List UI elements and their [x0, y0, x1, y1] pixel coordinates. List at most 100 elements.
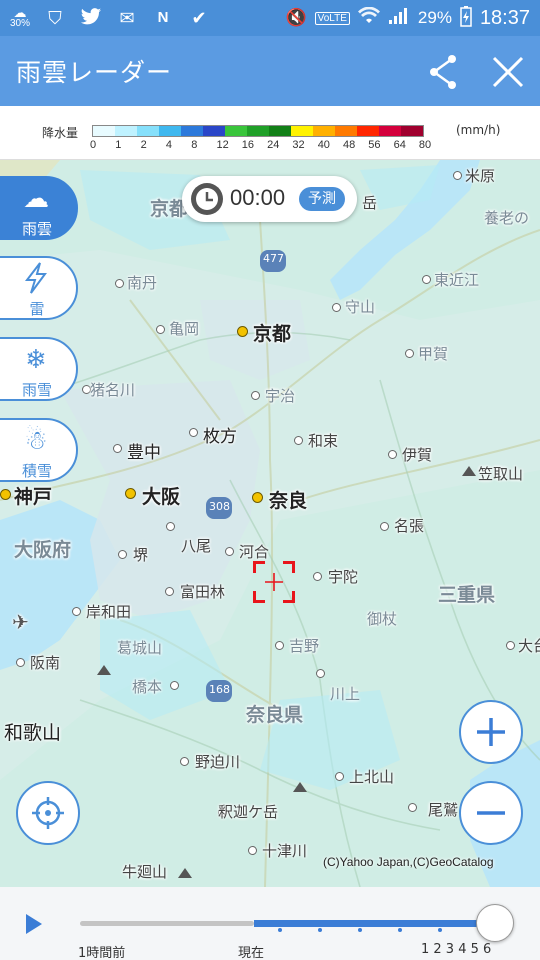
cloud-icon: ☁: [13, 5, 27, 20]
battery-percent: 29%: [417, 8, 452, 27]
zoom-out-button[interactable]: [459, 781, 523, 845]
label-kobe: 神戸: [14, 486, 53, 508]
play-button[interactable]: [24, 913, 44, 935]
timeline-dot: [398, 928, 402, 932]
uji-dot: [251, 391, 260, 400]
precipitation-legend: 降水量 (mm/h) 0 1 2 4 8 12 16 24 32 40 48 56 64 80: [0, 106, 540, 160]
legend-swatch: [269, 126, 291, 136]
higashiomi-dot: [422, 275, 431, 284]
close-icon: [492, 56, 524, 88]
volte-badge: VoLTE: [314, 11, 350, 25]
label-hashimoto: 橋本: [132, 678, 163, 696]
wazuka-dot: [294, 436, 303, 445]
label-uji: 宇治: [265, 387, 296, 405]
layer-thunder-button[interactable]: 雷: [0, 256, 78, 320]
layer-rain-snow-button[interactable]: ❄ 雨雪: [0, 337, 78, 401]
nara-dot: [252, 492, 263, 503]
legend-swatch: [203, 126, 225, 136]
yonehara-dot: [453, 171, 462, 180]
label-mitsue: 御杖: [367, 610, 398, 628]
timeline-dot: [318, 928, 322, 932]
radar-map[interactable]: 477 308 168 京都 岳 米原 養老の 南丹 東近江 亀岡 京都 守山 …: [0, 160, 540, 887]
legend-tick: 48: [343, 139, 356, 151]
legend-tick: 56: [368, 139, 381, 151]
zoom-in-button[interactable]: [459, 700, 523, 764]
label-shakagatake: 釈迦ケ岳: [218, 803, 279, 821]
legend-swatch: [335, 126, 357, 136]
timeline-forecast-track[interactable]: [254, 920, 494, 927]
label-kasatoriyama: 笠取山: [478, 465, 524, 483]
label-yonehara: 米原: [465, 167, 496, 185]
label-hirakata: 枚方: [203, 427, 237, 447]
route-168: 168: [209, 683, 230, 696]
timeline-hour-label: 3: [445, 942, 455, 957]
signal-icon: [388, 7, 410, 30]
current-location-button[interactable]: [16, 781, 80, 845]
label-yao: 八尾: [181, 537, 212, 555]
toyonaka-dot: [113, 444, 122, 453]
tondabayashi-dot: [165, 587, 174, 596]
lightning-icon: [16, 262, 56, 296]
layer-rain-button[interactable]: ☁ 雨雲: [0, 176, 78, 240]
label-ushiroyama: 牛廻山: [122, 863, 168, 881]
nantan-dot: [115, 279, 124, 288]
check-icon: ✔: [191, 8, 207, 28]
legend-swatch: [291, 126, 313, 136]
timeline-dot: [438, 928, 442, 932]
label-kamikitayama: 上北山: [349, 768, 395, 786]
battery-icon: [460, 5, 472, 32]
mute-icon: 🔇: [285, 8, 307, 27]
shield-search-icon: ⛉: [48, 8, 62, 28]
label-uda: 宇陀: [328, 568, 359, 586]
timeline-hour-label: 2: [433, 942, 442, 957]
map-copyright: (C)Yahoo Japan,(C)GeoCatalog: [323, 855, 494, 869]
label-yorono: 養老の: [484, 209, 530, 227]
legend-tick: 4: [165, 139, 173, 151]
page-title: 雨雲レーダー: [16, 58, 173, 87]
mail-icon: ✉: [119, 8, 135, 28]
forecast-time: 00:00: [230, 185, 286, 210]
rain-cloud-icon: ☁: [23, 184, 49, 214]
forecast-badge: 予測: [299, 187, 345, 211]
label-nara-pref: 奈良県: [246, 704, 304, 726]
timeline-slider-knob[interactable]: [476, 904, 514, 942]
label-hannan: 阪南: [30, 654, 61, 672]
label-kishiwada: 岸和田: [86, 603, 132, 621]
kawai-dot: [225, 547, 234, 556]
timeline-hour-label: 4: [458, 942, 467, 957]
legend-swatch: [225, 126, 247, 136]
legend-tick: 12: [216, 139, 229, 151]
legend-tick: 0: [90, 139, 97, 151]
layer-snow-cover-button[interactable]: ☃ 積雪: [0, 418, 78, 482]
label-nantan: 南丹: [127, 274, 158, 292]
plus-icon: [477, 718, 505, 746]
kishiwada-dot: [72, 607, 81, 616]
label-kameoka: 亀岡: [169, 320, 200, 338]
legend-swatch: [313, 126, 335, 136]
legend-swatch: [159, 126, 181, 136]
odai-dot: [506, 641, 515, 650]
owase-dot: [408, 803, 417, 812]
legend-swatch: [401, 126, 423, 136]
layer-thunder-label: 雷: [29, 300, 45, 318]
legend-title: 降水量: [42, 126, 79, 140]
legend-swatch: [357, 126, 379, 136]
close-button[interactable]: [488, 52, 528, 92]
wifi-icon: [357, 6, 380, 30]
legend-swatch: [379, 126, 401, 136]
snowman-icon: ☃: [24, 426, 48, 456]
n-icon: N: [157, 9, 169, 26]
share-icon: [430, 55, 456, 89]
label-osaka-pref: 大阪府: [14, 539, 72, 561]
timeline-past-track[interactable]: [80, 921, 254, 926]
route-477: 477: [263, 252, 284, 265]
forecast-time-display[interactable]: 00:00 予測: [182, 176, 357, 222]
label-kawai: 河合: [239, 543, 270, 561]
timeline-dot: [358, 928, 362, 932]
label-nosegawa: 野迫川: [195, 753, 241, 771]
share-button[interactable]: [425, 52, 461, 92]
label-koka: 甲賀: [418, 345, 449, 363]
label-higashiomi: 東近江: [434, 271, 480, 289]
sakai-dot: [118, 550, 127, 559]
legend-swatch: [93, 126, 115, 136]
